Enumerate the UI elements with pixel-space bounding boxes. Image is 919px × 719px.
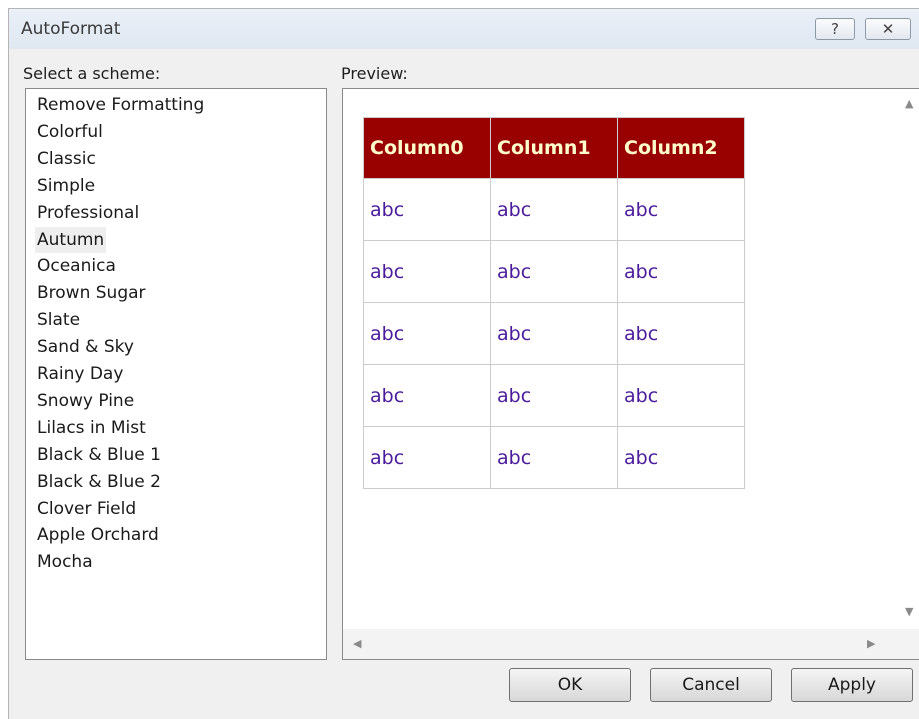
preview-cell: abc <box>363 302 491 365</box>
help-icon: ? <box>831 20 839 38</box>
preview-table: Column0 Column1 Column2 abc abc abc abc … <box>363 117 745 489</box>
title-bar: AutoFormat ? ✕ <box>9 9 919 49</box>
scheme-list-item[interactable]: Simple <box>35 173 97 199</box>
preview-header-cell: Column1 <box>490 117 618 179</box>
scroll-up-icon[interactable]: ▲ <box>905 97 913 110</box>
scheme-list-item[interactable]: Lilacs in Mist <box>35 415 148 441</box>
scheme-list-item[interactable]: Rainy Day <box>35 361 125 387</box>
scheme-list-item[interactable]: Apple Orchard <box>35 522 161 548</box>
scroll-down-icon[interactable]: ▼ <box>905 605 913 618</box>
preview-cell: abc <box>490 364 618 427</box>
preview-row: abc abc abc <box>363 302 745 365</box>
scheme-list-item[interactable]: Mocha <box>35 549 95 575</box>
scheme-list-item[interactable]: Remove Formatting <box>35 92 206 118</box>
preview-cell: abc <box>617 426 745 489</box>
autoformat-dialog: AutoFormat ? ✕ Select a scheme: Preview:… <box>8 8 919 719</box>
preview-row: abc abc abc <box>363 426 745 489</box>
apply-button[interactable]: Apply <box>791 668 913 702</box>
preview-row: abc abc abc <box>363 240 745 303</box>
preview-pane: Column0 Column1 Column2 abc abc abc abc … <box>342 88 919 660</box>
scheme-list-item[interactable]: Professional <box>35 200 141 226</box>
preview-cell: abc <box>617 178 745 241</box>
preview-label: Preview: <box>341 64 408 83</box>
preview-cell: abc <box>490 178 618 241</box>
preview-header-cell: Column2 <box>617 117 745 179</box>
preview-cell: abc <box>363 364 491 427</box>
preview-cell: abc <box>617 364 745 427</box>
preview-cell: abc <box>363 426 491 489</box>
scroll-left-icon[interactable]: ◀ <box>353 637 361 650</box>
scheme-list-item[interactable]: Colorful <box>35 119 105 145</box>
preview-cell: abc <box>617 240 745 303</box>
scheme-list-item[interactable]: Oceanica <box>35 253 118 279</box>
preview-header-cell: Column0 <box>363 117 491 179</box>
preview-row: abc abc abc <box>363 178 745 241</box>
help-button[interactable]: ? <box>815 18 855 40</box>
scheme-list-item[interactable]: Black & Blue 2 <box>35 469 163 495</box>
scheme-list-item[interactable]: Clover Field <box>35 496 138 522</box>
close-button[interactable]: ✕ <box>865 18 911 40</box>
scroll-right-icon[interactable]: ▶ <box>867 637 875 650</box>
preview-cell: abc <box>490 426 618 489</box>
scheme-list-item[interactable]: Brown Sugar <box>35 280 148 306</box>
scheme-label: Select a scheme: <box>23 64 161 83</box>
preview-cell: abc <box>617 302 745 365</box>
preview-row: abc abc abc <box>363 364 745 427</box>
preview-cell: abc <box>363 240 491 303</box>
preview-header-row: Column0 Column1 Column2 <box>363 117 745 179</box>
scheme-list[interactable]: Remove Formatting Colorful Classic Simple Pr… <box>25 88 327 660</box>
preview-cell: abc <box>490 302 618 365</box>
cancel-button[interactable]: Cancel <box>650 668 772 702</box>
preview-cell: abc <box>490 240 618 303</box>
scheme-list-item[interactable]: Sand & Sky <box>35 334 136 360</box>
close-icon: ✕ <box>881 20 895 38</box>
horizontal-scrollbar[interactable]: ◀ ▶ <box>343 629 919 659</box>
vertical-scrollbar[interactable]: ▲ ▼ <box>901 89 919 629</box>
dialog-title: AutoFormat <box>21 19 121 39</box>
preview-cell: abc <box>363 178 491 241</box>
scheme-list-item[interactable]: Black & Blue 1 <box>35 442 163 468</box>
ok-button[interactable]: OK <box>509 668 631 702</box>
scheme-list-item[interactable]: Slate <box>35 307 82 333</box>
scheme-list-item[interactable]: Autumn <box>35 226 107 253</box>
scheme-list-item[interactable]: Classic <box>35 146 98 172</box>
scheme-list-item[interactable]: Snowy Pine <box>35 388 136 414</box>
